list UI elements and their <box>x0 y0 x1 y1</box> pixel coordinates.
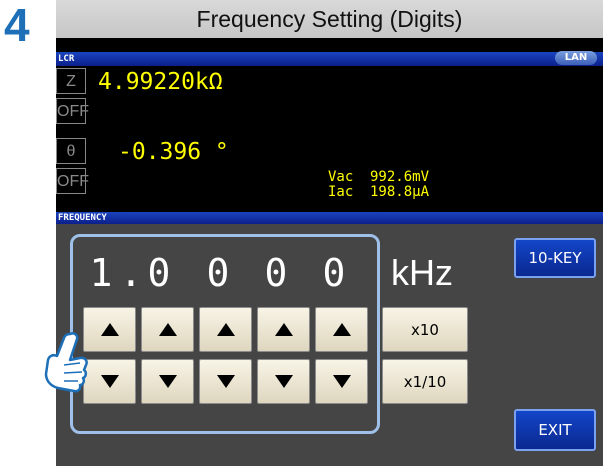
arrow-down-icon <box>332 375 351 388</box>
arrow-down-icon <box>100 375 119 388</box>
frequency-section-label: FREQUENCY <box>58 213 107 223</box>
digit-2-down-button[interactable] <box>141 359 194 404</box>
digit-4: 0 <box>264 251 288 295</box>
header-strip: LCR LAN <box>56 51 603 66</box>
digit-3: 0 <box>206 251 230 295</box>
frequency-panel: 1 . 0 0 0 0 kHz x10 x1/10 10-KEY EXIT <box>56 224 603 466</box>
arrow-up-icon <box>216 323 235 336</box>
digit-3-down-button[interactable] <box>199 359 252 404</box>
param-z-value: 4.99220kΩ <box>98 69 223 95</box>
iac-value: 198.8μA <box>370 184 430 200</box>
arrow-up-icon <box>274 323 293 336</box>
vac-value: 992.6mV <box>370 169 430 185</box>
arrow-up-icon <box>332 323 351 336</box>
digit-2-up-button[interactable] <box>141 307 194 352</box>
frequency-section-strip: FREQUENCY <box>56 212 603 224</box>
mode-label: LCR <box>58 54 75 64</box>
arrow-up-icon <box>100 323 119 336</box>
ten-key-button[interactable]: 10-KEY <box>514 238 596 278</box>
x1-10-label: x1/10 <box>403 372 447 391</box>
digit-4-up-button[interactable] <box>257 307 310 352</box>
x10-label: x10 <box>411 320 439 339</box>
digit-4-down-button[interactable] <box>257 359 310 404</box>
x10-button[interactable]: x10 <box>382 307 468 352</box>
frequency-unit: kHz <box>391 252 453 293</box>
param-theta-button[interactable]: θ <box>56 138 86 164</box>
digit-3-up-button[interactable] <box>199 307 252 352</box>
pointing-hand-icon <box>44 332 88 393</box>
vac-label: Vac <box>328 169 354 185</box>
x1-10-button[interactable]: x1/10 <box>382 359 468 404</box>
arrow-down-icon <box>216 375 235 388</box>
instrument-screen: LCR LAN Z 4.99220kΩ OFF θ -0.396 ° OFF V… <box>56 38 603 466</box>
param-2-off-button[interactable]: OFF <box>56 98 89 124</box>
digit-5: 0 <box>322 251 346 295</box>
exit-button[interactable]: EXIT <box>514 409 596 451</box>
param-z-button[interactable]: Z <box>56 68 86 94</box>
param-4-off-button[interactable]: OFF <box>56 168 89 194</box>
arrow-down-icon <box>274 375 293 388</box>
page-title: Frequency Setting (Digits) <box>56 0 603 38</box>
iac-label: Iac <box>328 184 354 200</box>
lan-indicator: LAN <box>555 51 597 65</box>
digit-2: 0 <box>147 251 171 295</box>
step-number: 4 <box>4 0 30 51</box>
digit-5-up-button[interactable] <box>315 307 368 352</box>
arrow-up-icon <box>158 323 177 336</box>
param-theta-value: -0.396 ° <box>118 139 229 165</box>
arrow-down-icon <box>158 375 177 388</box>
digit-5-down-button[interactable] <box>315 359 368 404</box>
